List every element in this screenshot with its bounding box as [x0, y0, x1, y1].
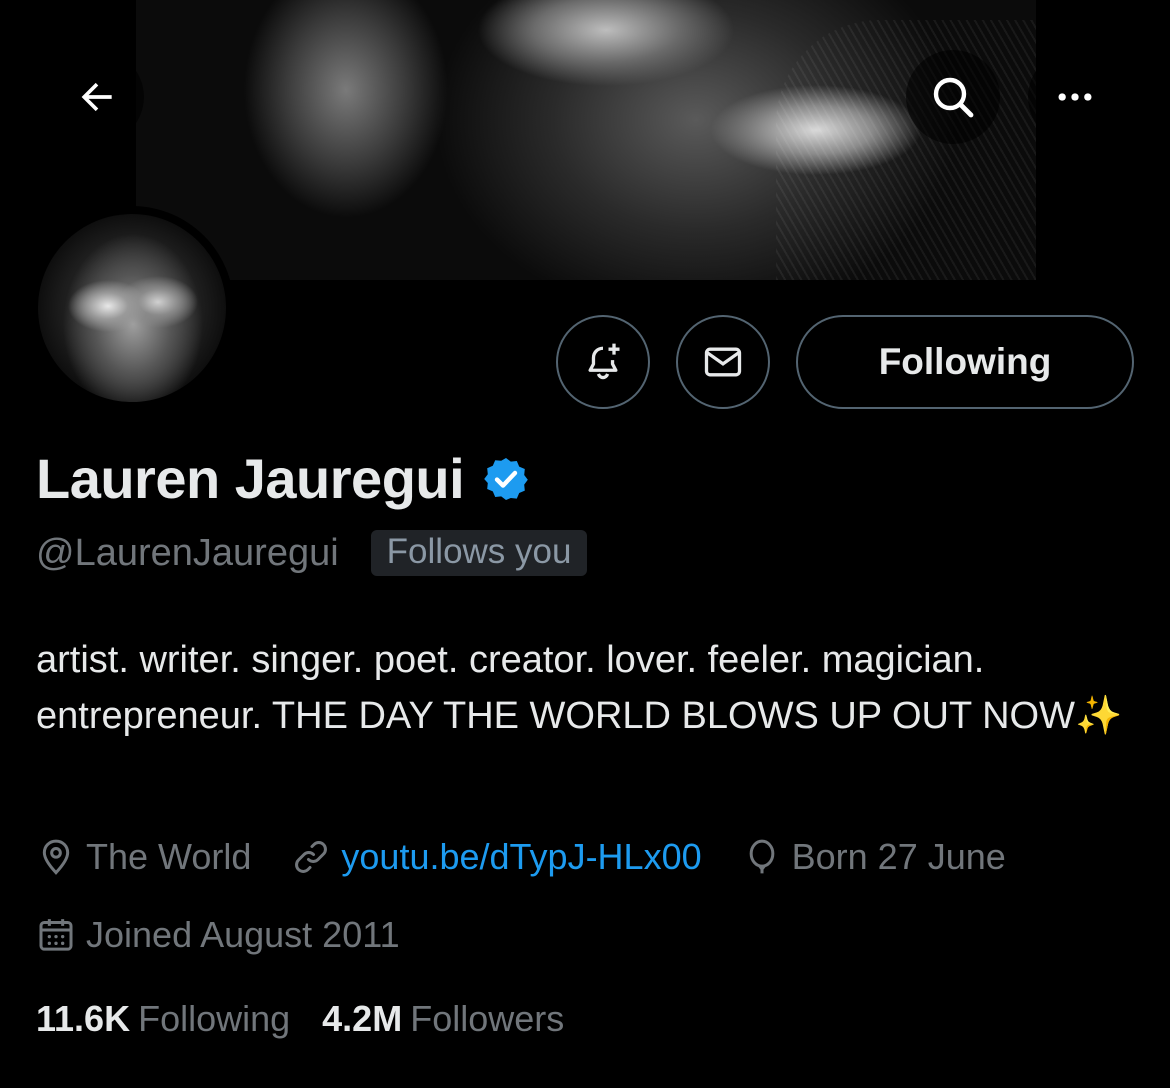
- search-icon: [933, 77, 974, 118]
- following-stat-link[interactable]: 11.6K Following: [36, 998, 290, 1040]
- website-link[interactable]: youtu.be/dTypJ-HLx00: [341, 836, 701, 878]
- more-options-button[interactable]: [1028, 50, 1122, 144]
- followers-count: 4.2M: [322, 998, 403, 1039]
- verified-badge-icon[interactable]: [482, 455, 530, 503]
- avatar-image: [38, 214, 226, 402]
- location-item: The World: [36, 836, 251, 878]
- profile-bio: artist. writer. singer. poet. creator. l…: [36, 639, 1123, 737]
- envelope-icon: [704, 347, 742, 377]
- back-button[interactable]: [50, 50, 144, 144]
- balloon-icon: [749, 839, 774, 874]
- ellipsis-icon: [1058, 93, 1092, 101]
- link-icon: [295, 841, 328, 873]
- followers-label: Followers: [410, 998, 565, 1039]
- following-button[interactable]: Following: [796, 315, 1134, 409]
- profile-display-name: Lauren Jauregui: [36, 446, 530, 511]
- arrow-left-icon: [81, 82, 112, 112]
- profile-stats: 11.6K Following 4.2M Followers: [36, 998, 596, 1040]
- birthday-item: Born 27 June: [742, 836, 1006, 878]
- profile-meta-row: The World youtu.be/dTypJ-HLx00 Born 27 J…: [36, 836, 1046, 878]
- location-text: The World: [86, 836, 252, 877]
- website-item[interactable]: youtu.be/dTypJ-HLx00: [291, 836, 702, 878]
- following-button-label: Following: [878, 341, 1052, 382]
- followers-stat-link[interactable]: 4.2M Followers: [322, 998, 564, 1040]
- calendar-icon: [39, 919, 73, 951]
- joined-text: Joined August 2011: [86, 914, 400, 955]
- location-pin-icon: [42, 839, 70, 875]
- following-count: 11.6K: [36, 998, 131, 1039]
- banner-hair-texture: [776, 20, 1036, 280]
- profile-handle: @LaurenJauregui: [36, 531, 339, 574]
- following-label: Following: [138, 998, 291, 1039]
- profile-joined-row: Joined August 2011: [36, 914, 440, 956]
- profile-banner-image[interactable]: [136, 0, 1036, 280]
- handle-row: @LaurenJauregui Follows you: [36, 530, 588, 576]
- profile-page: Following Lauren Jauregui @LaurenJauregu…: [0, 0, 1170, 1088]
- display-name-text: Lauren Jauregui: [36, 447, 465, 510]
- message-button[interactable]: [676, 315, 770, 409]
- notifications-button[interactable]: [556, 315, 650, 409]
- bell-plus-icon: [588, 343, 620, 380]
- search-button[interactable]: [906, 50, 1000, 144]
- avatar[interactable]: [30, 206, 234, 410]
- birthday-text: Born 27 June: [791, 836, 1006, 877]
- follows-you-badge: Follows you: [370, 530, 588, 576]
- joined-item: Joined August 2011: [36, 914, 400, 956]
